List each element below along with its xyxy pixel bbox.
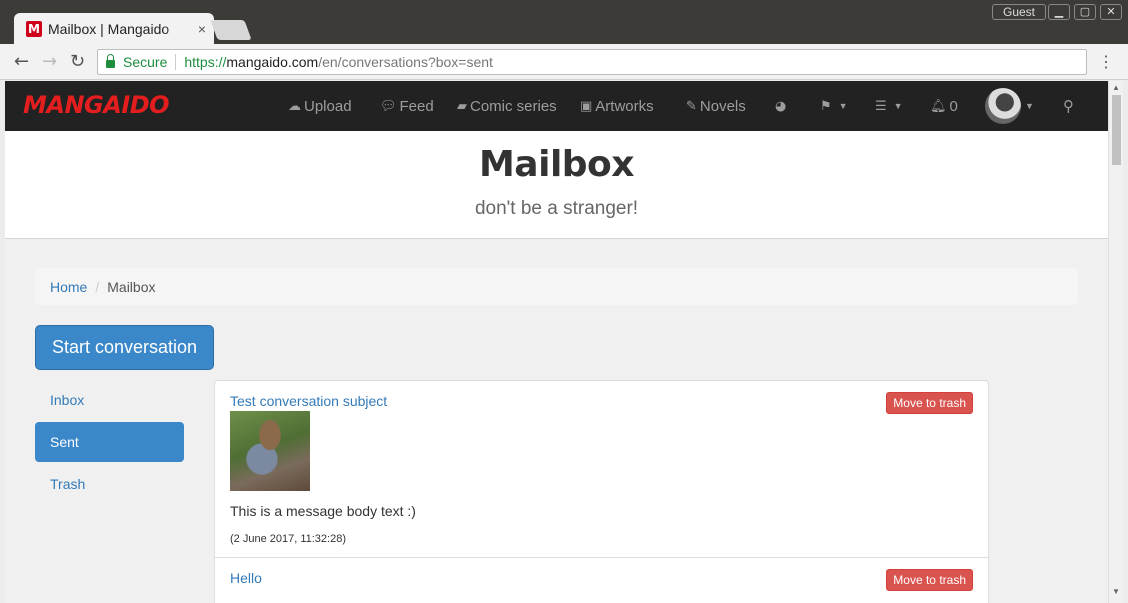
nav-user-dropdown[interactable]: ▼ bbox=[985, 81, 1034, 131]
nav-comic-series[interactable]: ▰ Comic series bbox=[457, 81, 557, 131]
nav-search[interactable]: ⚲ bbox=[1063, 81, 1077, 131]
bell-icon: 🔔︎ bbox=[930, 98, 947, 114]
address-bar[interactable]: Secure https:// mangaido.com /en/convers… bbox=[97, 49, 1087, 75]
breadcrumb: Home / Mailbox bbox=[35, 268, 1078, 305]
nav-comic-series-label: Comic series bbox=[470, 97, 557, 115]
picture-icon: ▣ bbox=[580, 98, 593, 114]
nav-artworks-label: Artworks bbox=[595, 97, 654, 115]
url-path: /en/conversations?box=sent bbox=[318, 54, 493, 70]
breadcrumb-current: Mailbox bbox=[107, 278, 156, 295]
nav-feed-label: Feed bbox=[399, 97, 434, 115]
notification-count: 0 bbox=[949, 97, 958, 115]
scrollbar-thumb[interactable] bbox=[1112, 95, 1121, 165]
close-window-icon[interactable]: ✕ bbox=[1100, 4, 1122, 20]
hamburger-icon: ☰ bbox=[875, 98, 887, 114]
scroll-up-icon[interactable]: ▲ bbox=[1112, 83, 1120, 92]
nav-upload[interactable]: ☁ Upload bbox=[288, 81, 352, 131]
sidebar-item-inbox[interactable]: Inbox bbox=[35, 380, 184, 420]
browser-toolbar: ← → ↻ Secure https:// mangaido.com /en/c… bbox=[0, 44, 1128, 80]
message-body: This is a message body text :) bbox=[230, 503, 416, 519]
browser-tab[interactable]: M Mailbox | Mangaido × bbox=[14, 13, 214, 44]
maximize-icon[interactable]: ▢ bbox=[1074, 4, 1096, 20]
list-item: Hello Move to trash bbox=[215, 558, 988, 598]
sidebar-item-trash[interactable]: Trash bbox=[35, 464, 184, 504]
tab-close-icon[interactable]: × bbox=[198, 21, 206, 37]
sender-avatar-image bbox=[230, 411, 310, 491]
back-icon[interactable]: ← bbox=[14, 51, 29, 72]
scroll-down-icon[interactable]: ▼ bbox=[1112, 587, 1120, 596]
move-to-trash-button[interactable]: Move to trash bbox=[886, 392, 973, 414]
conversation-subject-link[interactable]: Hello bbox=[230, 570, 973, 586]
bowl-icon: ◕ bbox=[775, 98, 787, 114]
edit-icon: ✎ bbox=[686, 98, 697, 114]
tab-title: Mailbox | Mangaido bbox=[48, 20, 170, 37]
secure-label: Secure bbox=[123, 54, 168, 70]
page-scrollbar[interactable]: ▲ ▼ bbox=[1108, 81, 1123, 603]
chevron-down-icon: ▼ bbox=[1025, 101, 1034, 111]
chevron-down-icon: ▼ bbox=[893, 101, 903, 111]
breadcrumb-home[interactable]: Home bbox=[50, 279, 87, 295]
nav-bowl[interactable]: ◕ bbox=[775, 81, 789, 131]
nav-artworks[interactable]: ▣ Artworks bbox=[580, 81, 654, 131]
nav-upload-label: Upload bbox=[304, 97, 352, 115]
nav-menu-dropdown[interactable]: ☰ ▼ bbox=[875, 81, 903, 131]
book-icon: ▰ bbox=[457, 98, 467, 114]
new-tab-button[interactable] bbox=[210, 20, 252, 40]
nav-novels-label: Novels bbox=[699, 97, 746, 115]
reload-icon[interactable]: ↻ bbox=[70, 51, 85, 72]
upload-icon: ☁ bbox=[288, 98, 301, 114]
lock-icon bbox=[106, 53, 115, 68]
nav-notifications[interactable]: 🔔︎ 0 bbox=[930, 81, 958, 131]
browser-menu-icon[interactable]: ⋮ bbox=[1098, 52, 1114, 72]
start-conversation-button[interactable]: Start conversation bbox=[35, 325, 214, 370]
forward-icon[interactable]: → bbox=[42, 51, 57, 72]
nav-language-dropdown[interactable]: ⚑ ▼ bbox=[820, 81, 848, 131]
search-icon: ⚲ bbox=[1063, 97, 1074, 115]
breadcrumb-separator: / bbox=[95, 278, 100, 295]
sidebar-item-sent[interactable]: Sent bbox=[35, 422, 184, 462]
move-to-trash-button[interactable]: Move to trash bbox=[886, 569, 973, 591]
minimize-icon[interactable]: ▁ bbox=[1048, 4, 1070, 20]
page-header: Mailbox don't be a stranger! bbox=[5, 131, 1108, 239]
site-logo[interactable]: MANGAIDO bbox=[23, 91, 170, 119]
comments-icon: 💬︎ bbox=[380, 98, 397, 114]
page-subtitle: don't be a stranger! bbox=[474, 198, 639, 219]
avatar bbox=[985, 88, 1021, 124]
page-title: Mailbox bbox=[478, 144, 635, 185]
page-viewport: MANGAIDO ☁ Upload 💬︎ Feed ▰ Comic series ▣ A… bbox=[5, 81, 1108, 603]
url-scheme: https:// bbox=[184, 54, 227, 70]
list-item: Test conversation subject Move to trash … bbox=[215, 381, 988, 558]
conversation-list: Test conversation subject Move to trash … bbox=[214, 380, 989, 603]
nav-novels[interactable]: ✎ Novels bbox=[686, 81, 746, 131]
address-separator bbox=[175, 54, 177, 70]
site-navbar: MANGAIDO ☁ Upload 💬︎ Feed ▰ Comic series ▣ A… bbox=[5, 81, 1108, 131]
message-date: (2 June 2017, 11:32:28) bbox=[230, 533, 346, 545]
nav-feed[interactable]: 💬︎ Feed bbox=[380, 81, 434, 131]
browser-titlebar: M Mailbox | Mangaido × Guest ▁ ▢ ✕ bbox=[0, 0, 1128, 44]
favicon-icon: M bbox=[26, 20, 42, 37]
flag-icon: ⚑ bbox=[820, 98, 832, 114]
guest-profile-button[interactable]: Guest bbox=[992, 4, 1047, 20]
conversation-subject-link[interactable]: Test conversation subject bbox=[230, 393, 973, 409]
chevron-down-icon: ▼ bbox=[838, 101, 848, 111]
url-host: mangaido.com bbox=[226, 54, 319, 70]
